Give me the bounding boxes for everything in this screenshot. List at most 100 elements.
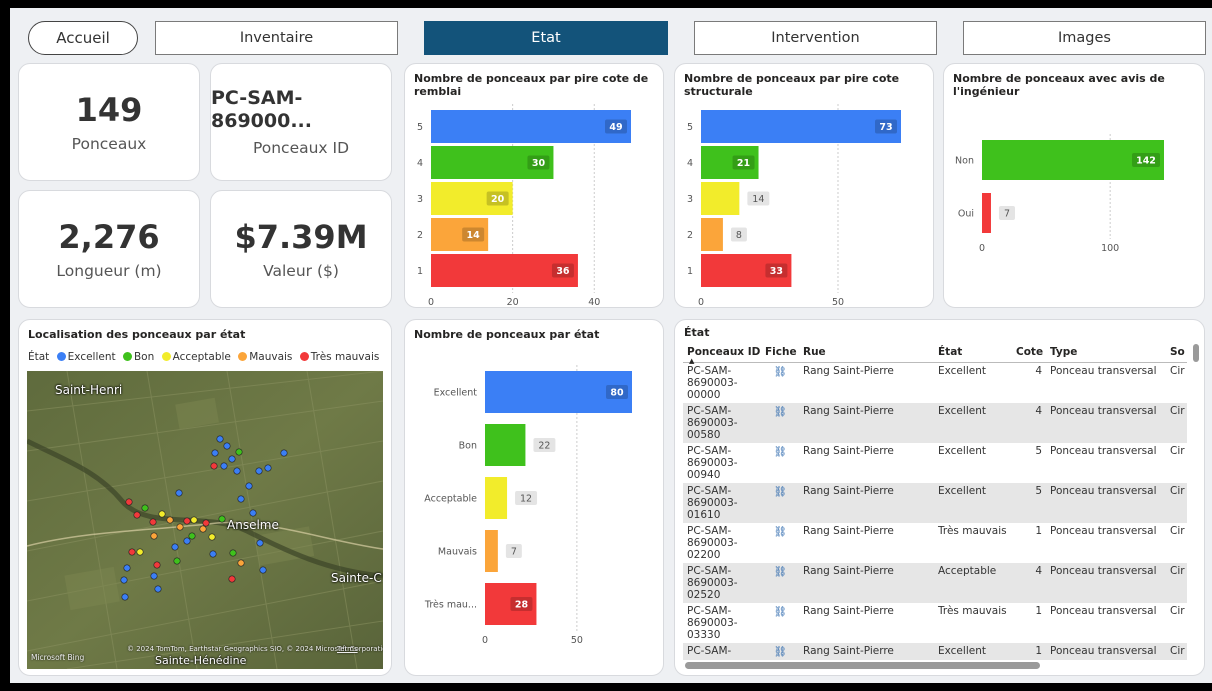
link-icon[interactable]: ⛓: [761, 443, 799, 483]
data-label: 30: [532, 158, 546, 169]
kpi-length-label: Longueur (m): [56, 262, 162, 281]
cell-cote: 1: [1012, 643, 1046, 660]
table-row[interactable]: PC-SAM- ⛓ Rang Saint-Pierre Excellent 1 …: [683, 643, 1187, 660]
kpi-id-value: PC-SAM-869000...: [211, 87, 312, 132]
chart-title: Nombre de ponceaux avec avis de l'ingéni…: [953, 72, 1165, 98]
col-header-etat[interactable]: État: [934, 342, 1012, 363]
table-header-row: Ponceaux ID ▲ Fiche Rue État Cote Type So: [683, 342, 1187, 365]
table-row[interactable]: PC-SAM-8690003-03330 ⛓ Rang Saint-Pierre…: [683, 603, 1187, 643]
legend-label-tres-mauvais: Très mauvais: [310, 351, 380, 363]
bar: [701, 218, 723, 251]
link-icon[interactable]: ⛓: [761, 603, 799, 643]
table-row[interactable]: PC-SAM-8690003-00580 ⛓ Rang Saint-Pierre…: [683, 403, 1187, 443]
cell-cote: 1: [1035, 605, 1042, 617]
map-label-anselme: Anselme: [227, 518, 279, 532]
cell-so: Cir: [1166, 483, 1187, 523]
table-row[interactable]: PC-SAM-8690003-00940 ⛓ Rang Saint-Pierre…: [683, 443, 1187, 483]
kpi-length-value: 2,276: [58, 217, 160, 256]
table-row[interactable]: PC-SAM-8690003-00000 ⛓ Rang Saint-Pierre…: [683, 363, 1187, 404]
vertical-scrollbar[interactable]: [1193, 344, 1199, 362]
link-icon[interactable]: ⛓: [761, 563, 799, 603]
table-row[interactable]: PC-SAM-8690003-02520 ⛓ Rang Saint-Pierre…: [683, 563, 1187, 603]
category-label: 4: [417, 158, 423, 169]
category-label: 3: [687, 194, 693, 205]
link-icon[interactable]: ⛓: [761, 403, 799, 443]
bar: [485, 424, 526, 466]
table-title: État: [684, 326, 710, 339]
col-header-so[interactable]: So: [1166, 342, 1187, 363]
col-header-type[interactable]: Type: [1046, 342, 1166, 363]
col-header-fiche[interactable]: Fiche: [761, 342, 799, 363]
sort-asc-icon: ▲: [689, 357, 695, 365]
link-icon[interactable]: ⛓: [761, 363, 799, 404]
cell-so: Cir: [1166, 403, 1187, 443]
bar: [485, 530, 498, 572]
chart-title: Nombre de ponceaux par état: [414, 328, 600, 341]
link-icon[interactable]: ⛓: [761, 643, 799, 660]
table-row[interactable]: PC-SAM-8690003-02200 ⛓ Rang Saint-Pierre…: [683, 523, 1187, 563]
data-label: 14: [752, 194, 764, 205]
map-terms-link[interactable]: Terms: [337, 645, 358, 653]
cell-cote: 1: [1035, 525, 1042, 537]
cell-rue: Rang Saint-Pierre: [803, 525, 894, 537]
bar: [701, 182, 740, 215]
category-label: Bon: [459, 441, 477, 452]
map-label-saint-henri: Saint-Henri: [55, 383, 123, 397]
tab-inventaire[interactable]: Inventaire: [155, 21, 398, 55]
data-label: 14: [467, 230, 481, 241]
map-image: [27, 371, 383, 669]
kpi-value-label: Valeur ($): [263, 262, 339, 281]
home-button[interactable]: Accueil: [28, 21, 138, 55]
cell-type: Ponceau transversal: [1050, 445, 1157, 457]
category-label: 2: [417, 230, 423, 241]
cell-so: Cir: [1166, 643, 1187, 660]
tab-images[interactable]: Images: [963, 21, 1206, 55]
bing-logo: Microsoft Bing: [31, 653, 85, 662]
horizontal-scrollbar[interactable]: [685, 662, 1040, 669]
cell-so: Cir: [1170, 525, 1185, 537]
data-label: 7: [511, 547, 517, 558]
data-label: 33: [770, 266, 783, 277]
table-row[interactable]: PC-SAM-8690003-01610 ⛓ Rang Saint-Pierre…: [683, 483, 1187, 523]
kpi-id-label: Ponceaux ID: [252, 138, 350, 157]
category-label: 4: [687, 158, 693, 169]
kpi-card-value: $7.39M Valeur ($): [210, 190, 392, 308]
cell-ponceau-id: PC-SAM-: [683, 643, 761, 660]
satellite-map[interactable]: Saint-Henri Anselme Sainte-C Sainte-Héné…: [27, 371, 383, 669]
tab-intervention[interactable]: Intervention: [694, 21, 937, 55]
cell-ponceau-id: PC-SAM-8690003-00580: [683, 403, 761, 443]
legend-title: État: [28, 351, 50, 363]
link-icon[interactable]: ⛓: [761, 523, 799, 563]
data-table[interactable]: Ponceaux ID ▲ Fiche Rue État Cote Type So…: [683, 342, 1187, 660]
cell-cote: 4: [1012, 403, 1046, 443]
chart-card-remblai[interactable]: Nombre de ponceaux par pire cote de remb…: [404, 63, 664, 308]
chart-card-avis[interactable]: Nombre de ponceaux avec avis de l'ingéni…: [943, 63, 1205, 308]
cell-etat: Acceptable: [934, 563, 1012, 603]
legend-dot-acceptable: [161, 352, 171, 361]
map-card[interactable]: Localisation des ponceaux par état État …: [18, 319, 392, 676]
data-label: 21: [737, 158, 750, 169]
tab-etat[interactable]: Etat: [424, 21, 668, 55]
category-label: Non: [955, 156, 974, 167]
cell-type: Ponceau transversal: [1046, 403, 1166, 443]
col-header-ponceaux-id[interactable]: Ponceaux ID ▲: [683, 342, 761, 365]
legend-dot-tres-mauvais: [299, 352, 309, 361]
cell-etat: Excellent: [934, 403, 1012, 443]
legend-dot-mauvais: [238, 352, 248, 361]
cell-ponceau-id: PC-SAM-8690003-02200: [687, 525, 738, 561]
cell-cote: 5: [1035, 445, 1042, 457]
category-label: Très mau...: [424, 600, 477, 611]
col-header-cote[interactable]: Cote: [1012, 342, 1046, 363]
data-label: 20: [491, 194, 505, 205]
cell-rue: Rang Saint-Pierre: [799, 643, 934, 660]
chart-card-structurale[interactable]: Nombre de ponceaux par pire cote structu…: [674, 63, 934, 308]
table-card[interactable]: État Ponceaux ID ▲ Fiche Rue État Cote Ty…: [674, 319, 1205, 676]
chart-card-etat[interactable]: Nombre de ponceaux par état 0 50 Excellent…: [404, 319, 664, 676]
link-icon[interactable]: ⛓: [761, 483, 799, 523]
col-header-rue[interactable]: Rue: [799, 342, 934, 363]
cell-type: Ponceau transversal: [1050, 365, 1157, 377]
legend-label-bon: Bon: [133, 351, 155, 363]
cell-rue: Rang Saint-Pierre: [799, 403, 934, 443]
category-label: Mauvais: [438, 547, 477, 558]
cell-etat: Très mauvais: [938, 605, 1007, 617]
